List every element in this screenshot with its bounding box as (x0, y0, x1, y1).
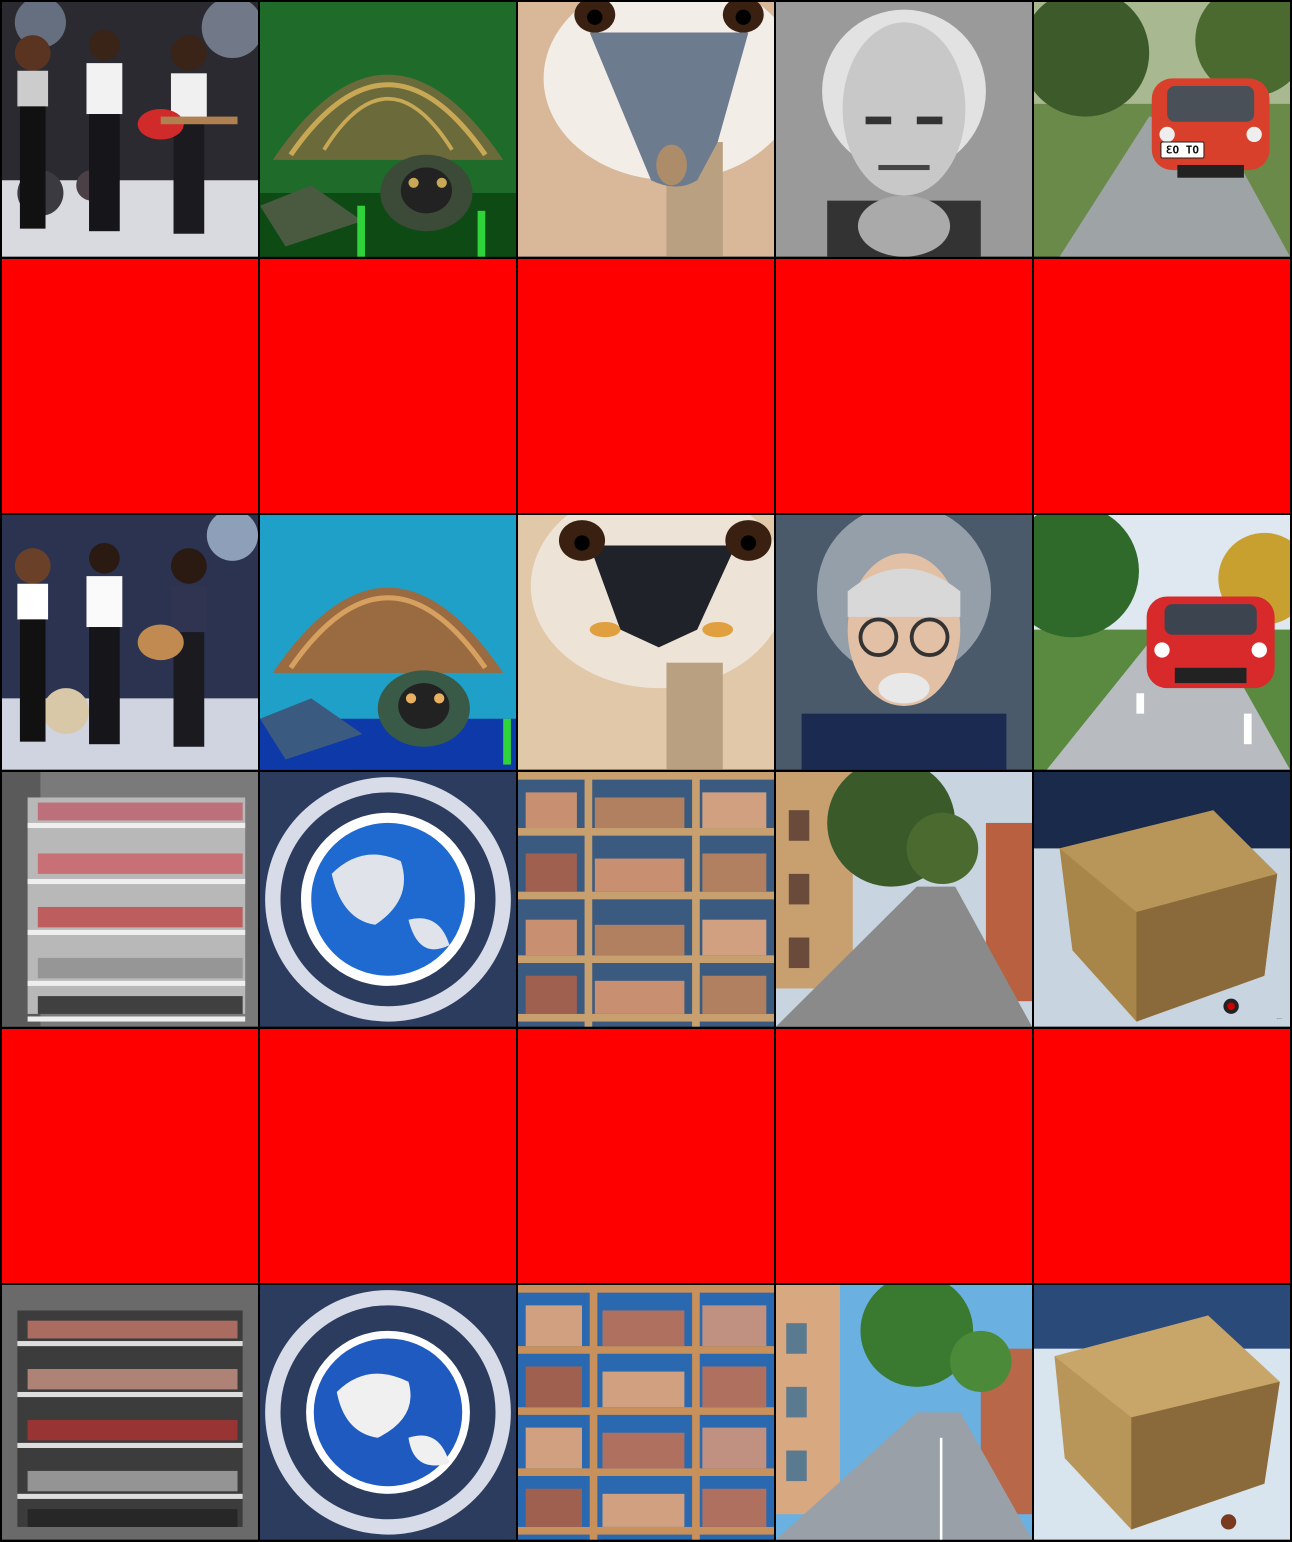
spiky-cube-illustration (1034, 1285, 1290, 1540)
earth-globe-render (260, 772, 516, 1027)
license-plate: ƐO TO (1160, 141, 1205, 159)
red-placeholder (776, 258, 1032, 514)
red-placeholder (518, 258, 774, 514)
spiky-cube-render: ... (1034, 772, 1290, 1027)
turtle-illustration (260, 515, 516, 770)
shoe-rack-render (2, 772, 258, 1027)
red-placeholder (518, 1028, 774, 1284)
red-placeholder (776, 1028, 1032, 1284)
tortoise-photo (260, 2, 516, 257)
earth-globe-illustration (260, 1285, 516, 1540)
cube-caption: ... (1276, 1013, 1282, 1021)
city-street-render (776, 772, 1032, 1027)
elderly-man-illustration (776, 515, 1032, 770)
red-car-anime (1034, 515, 1290, 770)
ostrich-illustration (518, 515, 774, 770)
image-comparison-grid: ƐO TO ... (0, 0, 1292, 1542)
bookshelf-illustration (518, 1285, 774, 1540)
red-placeholder (2, 258, 258, 514)
red-placeholder (2, 1028, 258, 1284)
elderly-man-bw-photo (776, 2, 1032, 257)
rock-band-photo (2, 2, 258, 257)
red-placeholder (1034, 1028, 1290, 1284)
red-placeholder (260, 1028, 516, 1284)
city-street-anime (776, 1285, 1032, 1540)
red-placeholder (1034, 258, 1290, 514)
shoe-rack-illustration (2, 1285, 258, 1540)
red-placeholder (260, 258, 516, 514)
ostrich-photo (518, 2, 774, 257)
rock-band-anime (2, 515, 258, 770)
bookshelf-render (518, 772, 774, 1027)
red-car-road-photo: ƐO TO (1034, 2, 1290, 257)
